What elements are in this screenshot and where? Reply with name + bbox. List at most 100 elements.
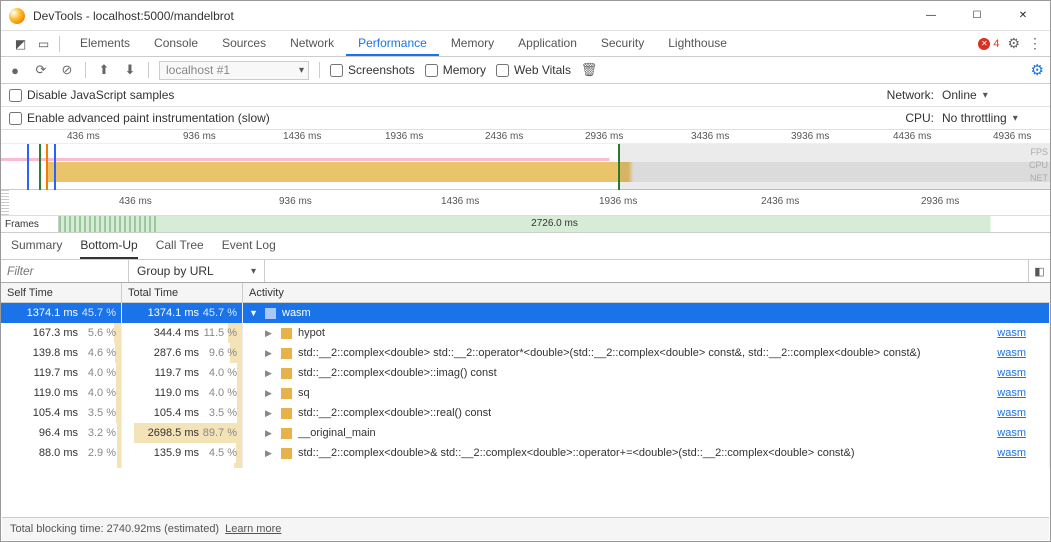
ruler-tick: 1436 ms — [283, 131, 321, 142]
overview-ruler: 436 ms936 ms1436 ms1936 ms2436 ms2936 ms… — [1, 130, 1050, 144]
tab-console[interactable]: Console — [142, 31, 210, 56]
expand-toggle-icon[interactable]: ▶ — [265, 428, 275, 439]
grid-row[interactable]: 167.3 ms5.6 %344.4 ms11.5 %▶hypotwasm — [1, 323, 1050, 343]
adv-paint-checkbox[interactable]: Enable advanced paint instrumentation (s… — [9, 111, 270, 125]
category-swatch — [281, 368, 292, 379]
source-link[interactable]: wasm — [997, 367, 1044, 379]
device-toggle-icon[interactable]: ▭ — [36, 36, 51, 51]
tab-application[interactable]: Application — [506, 31, 589, 56]
clear-icon[interactable]: ⊘ — [59, 62, 75, 78]
gc-icon[interactable]: 🗑 — [581, 62, 597, 78]
source-link[interactable]: wasm — [997, 347, 1044, 359]
network-select[interactable]: Online — [942, 88, 1042, 102]
overview-timeline[interactable]: 436 ms936 ms1436 ms1936 ms2436 ms2936 ms… — [1, 130, 1050, 190]
activity-name: std::__2::complex<double>::real() const — [298, 407, 491, 419]
save-profile-icon[interactable]: ⬇ — [122, 62, 138, 78]
source-link[interactable]: wasm — [997, 467, 1044, 468]
tab-network[interactable]: Network — [278, 31, 346, 56]
ruler-tick: 4936 ms — [993, 131, 1031, 142]
separator — [319, 62, 320, 78]
source-link[interactable]: wasm — [997, 387, 1044, 399]
tab-memory[interactable]: Memory — [439, 31, 506, 56]
screenshots-checkbox[interactable]: Screenshots — [330, 63, 415, 77]
settings-gear-icon[interactable]: ⚙ — [1007, 35, 1020, 52]
category-swatch — [281, 448, 292, 459]
close-button[interactable]: ✕ — [1000, 1, 1046, 31]
learn-more-link[interactable]: Learn more — [225, 523, 281, 535]
session-select[interactable]: localhost #1 — [159, 61, 309, 80]
col-total-time[interactable]: Total Time — [122, 283, 243, 302]
detail-ruler[interactable]: 436 ms936 ms1436 ms1936 ms2436 ms2936 ms — [1, 190, 1050, 216]
disable-js-checkbox[interactable]: Disable JavaScript samples — [9, 88, 174, 102]
webvitals-checkbox[interactable]: Web Vitals — [496, 63, 571, 77]
expand-toggle-icon[interactable]: ▶ — [265, 408, 275, 419]
tab-performance[interactable]: Performance — [346, 31, 439, 56]
overview-track-labels: FPSCPUNET — [1029, 146, 1048, 185]
subtab-call-tree[interactable]: Call Tree — [156, 233, 204, 259]
expand-toggle-icon[interactable]: ▶ — [265, 468, 275, 469]
cpu-select[interactable]: No throttling — [942, 111, 1042, 125]
expand-toggle-icon[interactable]: ▶ — [265, 328, 275, 339]
ruler-tick: 4436 ms — [893, 131, 931, 142]
category-swatch — [281, 388, 292, 399]
error-icon: ✕ — [978, 38, 990, 50]
error-count-badge[interactable]: ✕ 4 — [978, 38, 999, 50]
col-self-time[interactable]: Self Time — [1, 283, 122, 302]
subtab-summary[interactable]: Summary — [11, 233, 62, 259]
expand-toggle-icon[interactable]: ▶ — [265, 448, 275, 459]
record-icon[interactable]: ● — [7, 62, 23, 78]
expand-toggle-icon[interactable]: ▶ — [265, 368, 275, 379]
filter-input[interactable] — [1, 260, 129, 282]
activity-name: hypot — [298, 327, 325, 339]
tab-security[interactable]: Security — [589, 31, 656, 56]
source-link[interactable]: wasm — [997, 407, 1044, 419]
grid-row[interactable]: 81.5 ms2.7 %218.8 ms7.3 %▶std::__2::comp… — [1, 463, 1050, 468]
activity-name: std::__2::complex<double>& std::__2::com… — [298, 447, 855, 459]
tab-elements[interactable]: Elements — [68, 31, 142, 56]
expand-toggle-icon[interactable]: ▶ — [265, 348, 275, 359]
frames-track[interactable]: Frames 2726.0 ms — [1, 216, 1050, 233]
tab-lighthouse[interactable]: Lighthouse — [656, 31, 739, 56]
grid-row[interactable]: 96.4 ms3.2 %2698.5 ms89.7 %▶__original_m… — [1, 423, 1050, 443]
frames-label: Frames — [1, 216, 59, 232]
capture-settings-gear-icon[interactable]: ⚙ — [1031, 61, 1044, 79]
grid-row[interactable]: 119.7 ms4.0 %119.7 ms4.0 %▶std::__2::com… — [1, 363, 1050, 383]
expand-toggle-icon[interactable]: ▶ — [265, 388, 275, 399]
ruler-tick: 1936 ms — [385, 131, 423, 142]
expand-toggle-icon[interactable]: ▼ — [249, 308, 259, 318]
tab-sources[interactable]: Sources — [210, 31, 278, 56]
load-profile-icon[interactable]: ⬆ — [96, 62, 112, 78]
grid-row[interactable]: 139.8 ms4.6 %287.6 ms9.6 %▶std::__2::com… — [1, 343, 1050, 363]
overview-shade[interactable] — [619, 144, 1050, 190]
col-activity[interactable]: Activity — [243, 283, 1050, 302]
reload-record-icon[interactable]: ⟳ — [33, 62, 49, 78]
ruler-tick: 3936 ms — [791, 131, 829, 142]
heaviest-stack-toggle-icon[interactable]: ◧ — [1028, 260, 1050, 282]
ruler-handle[interactable] — [1, 190, 9, 215]
grid-header: Self Time Total Time Activity — [1, 283, 1050, 303]
category-swatch — [281, 408, 292, 419]
category-swatch — [281, 328, 292, 339]
devtools-icon — [9, 8, 25, 24]
ruler-tick: 2436 ms — [485, 131, 523, 142]
source-link[interactable]: wasm — [997, 327, 1044, 339]
grid-row[interactable]: 88.0 ms2.9 %135.9 ms4.5 %▶std::__2::comp… — [1, 443, 1050, 463]
grid-row[interactable]: 1374.1 ms45.7 %1374.1 ms45.7 %▼wasm — [1, 303, 1050, 323]
group-by-select[interactable]: Group by URL — [129, 260, 265, 282]
minimize-button[interactable]: — — [908, 1, 954, 31]
memory-checkbox[interactable]: Memory — [425, 63, 486, 77]
subtab-bottom-up[interactable]: Bottom-Up — [80, 233, 137, 259]
source-link[interactable]: wasm — [997, 427, 1044, 439]
grid-row[interactable]: 119.0 ms4.0 %119.0 ms4.0 %▶sqwasm — [1, 383, 1050, 403]
maximize-button[interactable]: ☐ — [954, 1, 1000, 31]
activity-name: sq — [298, 387, 310, 399]
ruler-tick: 3436 ms — [691, 131, 729, 142]
category-swatch — [281, 348, 292, 359]
subtab-event-log[interactable]: Event Log — [222, 233, 276, 259]
more-menu-icon[interactable]: ⋮ — [1028, 35, 1042, 52]
grid-row[interactable]: 105.4 ms3.5 %105.4 ms3.5 %▶std::__2::com… — [1, 403, 1050, 423]
source-link[interactable]: wasm — [997, 447, 1044, 459]
network-label: Network: — [887, 88, 934, 102]
inspect-element-icon[interactable]: ◩ — [13, 36, 28, 51]
grid-body[interactable]: 1374.1 ms45.7 %1374.1 ms45.7 %▼wasm167.3… — [1, 303, 1050, 468]
